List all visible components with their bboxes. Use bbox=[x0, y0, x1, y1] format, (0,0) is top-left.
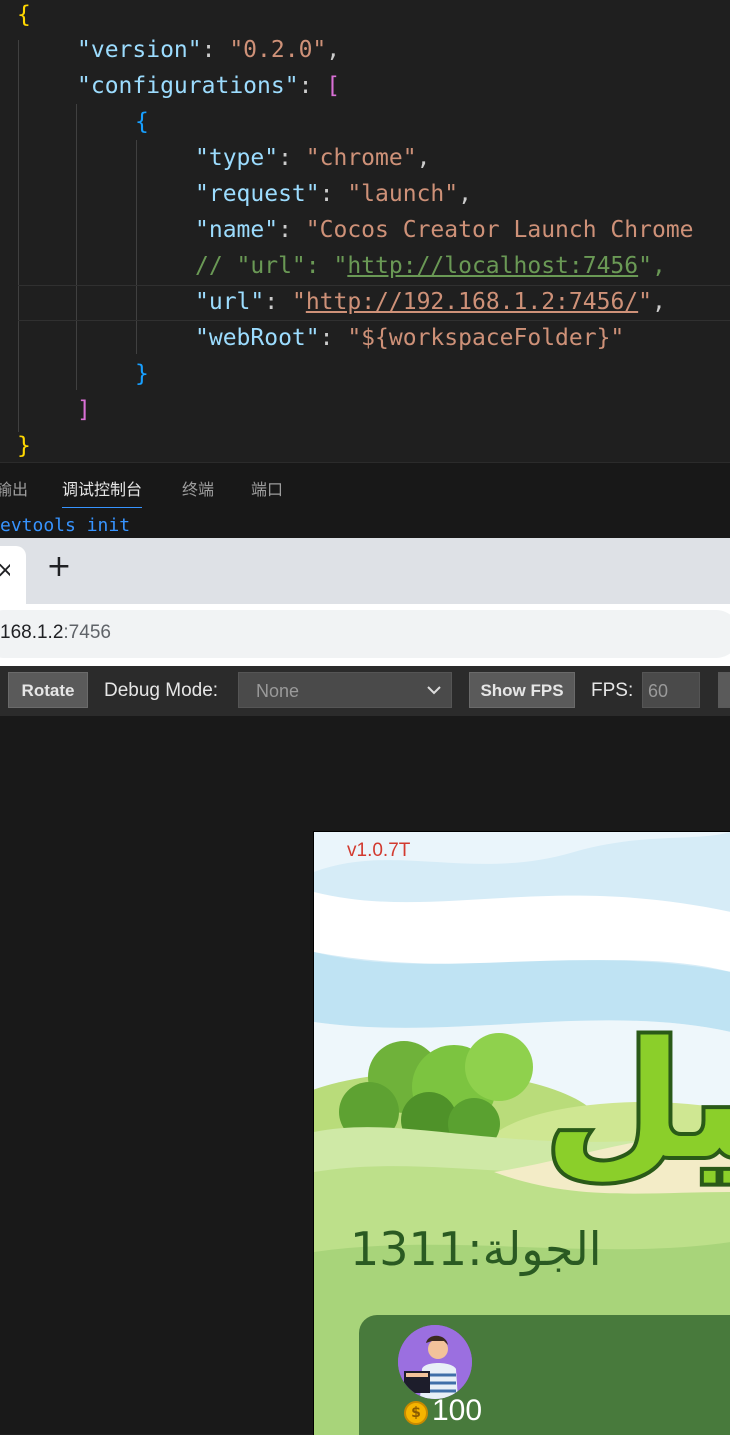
page-content: Rotate Debug Mode: None Show FPS FPS: 60 bbox=[0, 666, 730, 1435]
code-line-2: "version": "0.2.0", bbox=[77, 37, 341, 63]
tab-output[interactable]: 输出 bbox=[0, 477, 28, 507]
code-line-3: "configurations": [ bbox=[77, 73, 341, 99]
debug-mode-label: Debug Mode: bbox=[104, 680, 219, 701]
console-output: evtools init bbox=[0, 515, 131, 536]
code-line-1: { bbox=[17, 2, 31, 28]
address-bar: 168.1.2:7456 bbox=[0, 604, 730, 666]
indent-guide bbox=[76, 104, 77, 390]
game-title: ـيل bbox=[540, 1003, 730, 1198]
toolbar-button[interactable] bbox=[718, 672, 730, 708]
round-label: الجولة:1311 bbox=[350, 1222, 602, 1276]
code-line-5: "type": "chrome", bbox=[195, 145, 431, 171]
code-editor[interactable]: { "version": "0.2.0", "configurations": … bbox=[0, 0, 730, 462]
fps-input[interactable]: 60 bbox=[642, 672, 700, 708]
code-line-7: "name": "Cocos Creator Launch Chrome bbox=[195, 217, 694, 243]
show-fps-button[interactable]: Show FPS bbox=[469, 672, 575, 708]
avatar[interactable] bbox=[398, 1325, 472, 1399]
code-line-12: ] bbox=[77, 397, 91, 423]
code-line-4: { bbox=[135, 109, 149, 135]
chevron-down-icon bbox=[427, 686, 441, 695]
code-line-10: "webRoot": "${workspaceFolder}" bbox=[195, 325, 625, 351]
code-line-6: "request": "launch", bbox=[195, 181, 472, 207]
bottom-panel: 输出 调试控制台 终端 端口 evtools init bbox=[0, 462, 730, 539]
url-text[interactable]: 168.1.2:7456 bbox=[0, 622, 111, 644]
code-line-11: } bbox=[135, 361, 149, 387]
tab-terminal[interactable]: 终端 bbox=[182, 477, 214, 507]
tab-debug-console[interactable]: 调试控制台 bbox=[62, 477, 143, 508]
version-label: v1.0.7T bbox=[347, 840, 411, 861]
tab-ports[interactable]: 端口 bbox=[251, 477, 283, 507]
indent-guide bbox=[136, 140, 137, 354]
avatar-illustration bbox=[398, 1325, 472, 1399]
indent-guide bbox=[18, 40, 19, 432]
code-line-9: "url": "http://192.168.1.2:7456/", bbox=[195, 289, 666, 315]
preview-toolbar: Rotate Debug Mode: None Show FPS FPS: 60 bbox=[0, 666, 730, 716]
plus-icon[interactable]: + bbox=[44, 552, 74, 582]
debug-mode-select[interactable]: None bbox=[238, 672, 452, 708]
code-line-8: // "url": "http://localhost:7456", bbox=[195, 253, 666, 279]
rotate-button[interactable]: Rotate bbox=[8, 672, 88, 708]
commented-url-link[interactable]: http://localhost:7456 bbox=[347, 253, 638, 279]
fps-label: FPS: bbox=[591, 680, 634, 701]
game-canvas[interactable]: v1.0.7T ـيل الجولة:1311 $ 100 bbox=[313, 831, 730, 1435]
coin-count: 100 bbox=[432, 1394, 483, 1427]
code-line-13: } bbox=[17, 433, 31, 459]
coin-icon: $ bbox=[404, 1401, 428, 1425]
close-icon[interactable]: × bbox=[0, 558, 10, 583]
browser-tab-strip: × + bbox=[0, 538, 730, 604]
url-link[interactable]: http://192.168.1.2:7456/ bbox=[306, 289, 638, 315]
